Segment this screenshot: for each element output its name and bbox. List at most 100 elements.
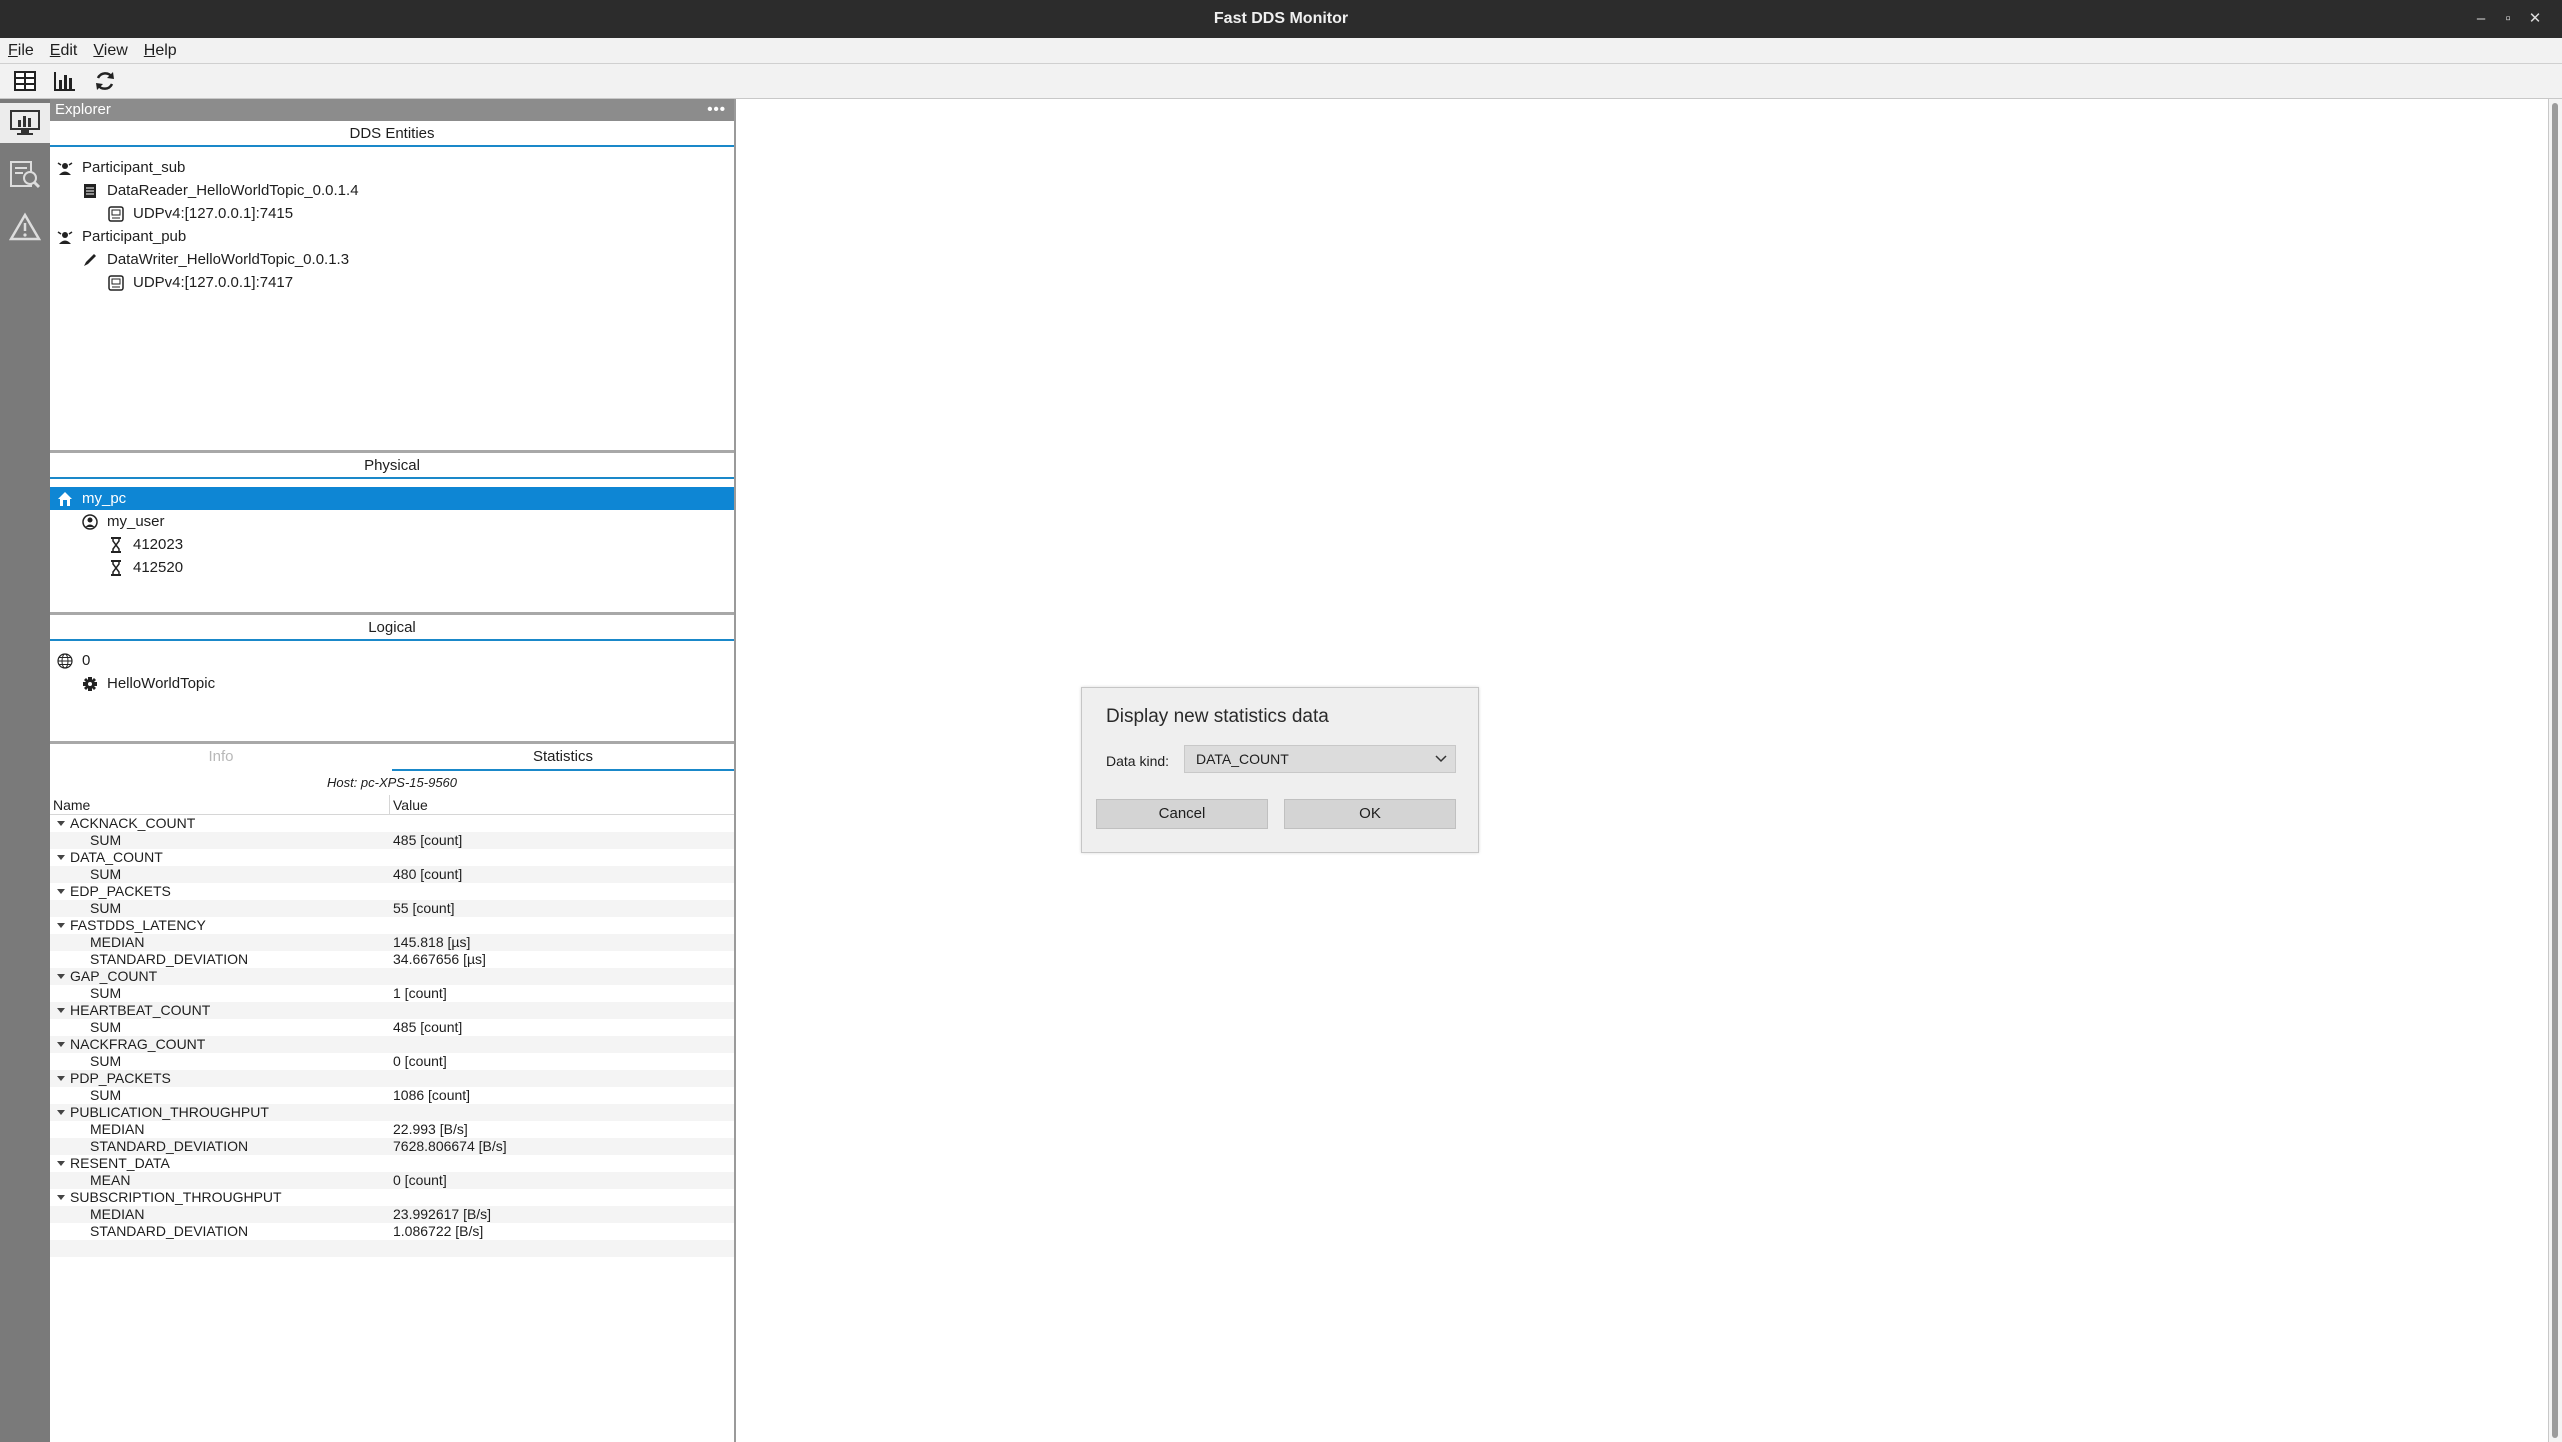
statistic-group-name: EDP_PACKETS — [50, 883, 390, 900]
tree-item-label: DataReader_HelloWorldTopic_0.0.1.4 — [107, 182, 359, 199]
statistic-row[interactable]: MEDIAN 23.992617 [B/s] — [50, 1206, 734, 1223]
statistic-value: 1 [count] — [393, 985, 447, 1001]
tab-statistics[interactable]: Statistics — [392, 744, 734, 771]
statistic-group-row[interactable]: RESENT_DATA — [50, 1155, 734, 1172]
new-chart-button[interactable] — [52, 68, 78, 94]
tree-item-locator[interactable]: UDPv4:[127.0.0.1]:7415 — [50, 202, 734, 225]
statistic-group-name: DATA_COUNT — [50, 849, 390, 866]
explorer-panel-button[interactable] — [0, 103, 50, 143]
tree-item-process[interactable]: 412520 — [50, 556, 734, 579]
tree-item-locator[interactable]: UDPv4:[127.0.0.1]:7417 — [50, 271, 734, 294]
statistics-table-header: Name Value — [50, 795, 734, 815]
statistic-row[interactable]: MEDIAN 22.993 [B/s] — [50, 1121, 734, 1138]
participant-icon — [56, 228, 74, 246]
statistic-group-row[interactable]: GAP_COUNT — [50, 968, 734, 985]
data-kind-value: DATA_COUNT — [1196, 751, 1289, 767]
refresh-icon — [96, 72, 114, 90]
display-statistics-dialog: Display new statistics data Data kind: D… — [1081, 687, 1479, 853]
statistic-group-name: GAP_COUNT — [50, 968, 390, 985]
more-options-icon[interactable]: ••• — [707, 99, 726, 121]
restore-icon[interactable]: ▫ — [2497, 8, 2519, 30]
cancel-button[interactable]: Cancel — [1096, 799, 1268, 829]
statistic-name: STANDARD_DEVIATION — [90, 951, 249, 967]
physical-tree: my_pc my_user 412023 412520 — [50, 479, 734, 612]
statistic-group-row[interactable]: SUBSCRIPTION_THROUGHPUT — [50, 1189, 734, 1206]
statistic-group-value — [390, 1104, 393, 1121]
statistic-group-row[interactable]: PDP_PACKETS — [50, 1070, 734, 1087]
statistic-group-row[interactable]: DATA_COUNT — [50, 849, 734, 866]
statistic-name: MEAN — [90, 1172, 131, 1188]
statistic-row[interactable]: SUM 55 [count] — [50, 900, 734, 917]
statistic-row[interactable]: MEAN 0 [count] — [50, 1172, 734, 1189]
statistic-row[interactable]: STANDARD_DEVIATION 7628.806674 [B/s] — [50, 1138, 734, 1155]
statistic-name: SUM — [90, 866, 122, 882]
statistic-row[interactable]: SUM 1 [count] — [50, 985, 734, 1002]
statistic-group-row[interactable]: HEARTBEAT_COUNT — [50, 1002, 734, 1019]
statistic-value: 22.993 [B/s] — [393, 1121, 468, 1137]
scrollbar-thumb[interactable] — [2552, 103, 2558, 1438]
statistic-value: 485 [count] — [393, 1019, 463, 1035]
tree-item-participant-pub[interactable]: Participant_pub — [50, 225, 734, 248]
statistic-group-value — [390, 815, 393, 832]
process-icon — [107, 559, 125, 577]
statistic-group-name: PUBLICATION_THROUGHPUT — [50, 1104, 390, 1121]
dds-entities-tree: Participant_sub DataReader_HelloWorldTop… — [50, 147, 734, 450]
statistic-value: 1086 [count] — [393, 1087, 471, 1103]
statistic-row[interactable]: SUM 0 [count] — [50, 1053, 734, 1070]
explorer-title: Explorer — [55, 101, 111, 118]
statistic-row[interactable]: MEDIAN 145.818 [µs] — [50, 934, 734, 951]
statistics-table: ACKNACK_COUNT SUM 485 [count] DATA_COUNT SUM… — [50, 815, 734, 1257]
explorer-header: Explorer ••• — [50, 99, 734, 121]
ok-button[interactable]: OK — [1284, 799, 1456, 829]
statistic-group-row[interactable]: ACKNACK_COUNT — [50, 815, 734, 832]
participant-icon — [56, 159, 74, 177]
statistic-row[interactable]: STANDARD_DEVIATION 34.667656 [µs] — [50, 951, 734, 968]
column-header-value[interactable]: Value — [390, 795, 428, 814]
tree-item-datareader[interactable]: DataReader_HelloWorldTopic_0.0.1.4 — [50, 179, 734, 202]
column-header-name[interactable]: Name — [50, 795, 390, 814]
statistic-row[interactable]: SUM 480 [count] — [50, 866, 734, 883]
menu-edit[interactable]: Edit — [48, 41, 80, 61]
minimize-icon[interactable]: – — [2470, 8, 2492, 30]
statistic-value: 0 [count] — [393, 1172, 447, 1188]
process-icon — [107, 536, 125, 554]
statistic-group-value — [390, 1002, 393, 1019]
close-icon[interactable]: ✕ — [2524, 8, 2546, 30]
statistic-row[interactable]: SUM 485 [count] — [50, 1019, 734, 1036]
data-kind-label: Data kind: — [1106, 753, 1170, 769]
status-panel-button[interactable] — [5, 155, 45, 195]
statistic-name: MEDIAN — [90, 1121, 145, 1137]
menu-help[interactable]: Help — [142, 41, 179, 61]
menu-file[interactable]: File — [6, 41, 36, 61]
statistic-name: SUM — [90, 900, 122, 916]
statistic-group-row[interactable]: EDP_PACKETS — [50, 883, 734, 900]
menu-view[interactable]: View — [91, 41, 129, 61]
title-bar: Fast DDS Monitor – ▫ ✕ — [0, 0, 2562, 38]
vertical-scrollbar[interactable] — [2548, 99, 2562, 1442]
side-icon-bar — [0, 99, 50, 1442]
tab-info[interactable]: Info — [50, 744, 392, 771]
tree-item-domain[interactable]: 0 — [50, 649, 734, 672]
statistic-row[interactable]: SUM 485 [count] — [50, 832, 734, 849]
statistic-name: SUM — [90, 1087, 122, 1103]
bar-chart-icon — [54, 72, 75, 91]
statistic-row[interactable]: SUM 1086 [count] — [50, 1087, 734, 1104]
dashboard-layout-button[interactable] — [12, 68, 38, 94]
statistic-name: SUM — [90, 1019, 122, 1035]
tree-item-datawriter[interactable]: DataWriter_HelloWorldTopic_0.0.1.3 — [50, 248, 734, 271]
refresh-button[interactable] — [92, 68, 118, 94]
statistic-row[interactable]: STANDARD_DEVIATION 1.086722 [B/s] — [50, 1223, 734, 1240]
statistic-name: SUM — [90, 832, 122, 848]
tree-item-participant-sub[interactable]: Participant_sub — [50, 156, 734, 179]
tree-item-host[interactable]: my_pc — [50, 487, 734, 510]
statistic-value: 485 [count] — [393, 832, 463, 848]
statistic-group-row[interactable]: FASTDDS_LATENCY — [50, 917, 734, 934]
tree-item-user[interactable]: my_user — [50, 510, 734, 533]
statistic-group-value — [390, 917, 393, 934]
statistic-group-row[interactable]: NACKFRAG_COUNT — [50, 1036, 734, 1053]
statistic-group-row[interactable]: PUBLICATION_THROUGHPUT — [50, 1104, 734, 1121]
data-kind-select[interactable]: DATA_COUNT — [1184, 745, 1456, 773]
issues-panel-button[interactable] — [5, 207, 45, 247]
tree-item-topic[interactable]: HelloWorldTopic — [50, 672, 734, 695]
tree-item-process[interactable]: 412023 — [50, 533, 734, 556]
